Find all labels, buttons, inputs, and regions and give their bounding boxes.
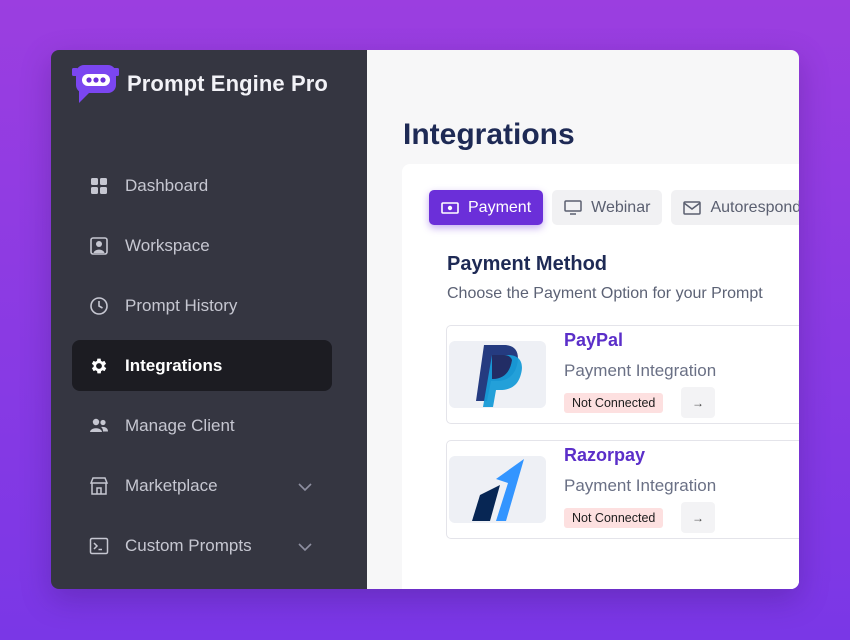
users-icon (88, 415, 110, 437)
sidebar-item-custom-prompts[interactable]: Custom Prompts (72, 520, 332, 571)
tab-label: Webinar (591, 198, 651, 216)
sidebar-item-dashboard[interactable]: Dashboard (72, 160, 332, 211)
integrations-panel: Payment Webinar Autorespond Payment Meth… (402, 164, 799, 589)
section-title: Payment Method (447, 253, 608, 275)
sidebar-item-label: Marketplace (125, 475, 218, 495)
sidebar-item-label: Dashboard (125, 175, 209, 195)
razorpay-logo-icon (449, 456, 546, 523)
sidebar-nav: Dashboard Workspace Prompt History Integ… (72, 160, 332, 580)
integration-card-razorpay[interactable]: Razorpay Payment Integration Not Connect… (446, 440, 799, 539)
gear-icon (88, 355, 110, 377)
chevron-down-icon[interactable] (298, 537, 312, 557)
sidebar-item-label: Prompt History (125, 295, 238, 315)
sidebar-item-prompt-history[interactable]: Prompt History (72, 280, 332, 331)
sidebar-item-manage-client[interactable]: Manage Client (72, 400, 332, 451)
sidebar-item-label: Manage Client (125, 415, 235, 435)
sidebar-item-label: Workspace (125, 235, 210, 255)
integration-card-paypal[interactable]: PayPal Payment Integration Not Connected… (446, 325, 799, 424)
section-subtitle: Choose the Payment Option for your Promp… (447, 285, 763, 302)
brand[interactable]: Prompt Engine Pro (71, 64, 328, 104)
tab-bar: Payment Webinar Autorespond (429, 190, 799, 225)
clock-icon (88, 295, 110, 317)
sidebar: Prompt Engine Pro Dashboard Workspace Pr… (51, 50, 367, 589)
sidebar-item-label: Custom Prompts (125, 535, 252, 555)
sidebar-item-integrations[interactable]: Integrations (72, 340, 332, 391)
integration-name: PayPal (564, 330, 624, 350)
grid-icon (88, 175, 110, 197)
tab-webinar[interactable]: Webinar (552, 190, 663, 225)
paypal-logo-icon (449, 341, 546, 408)
integration-description: Payment Integration (564, 476, 717, 495)
store-icon (88, 475, 110, 497)
connect-arrow-button[interactable]: → (681, 502, 715, 533)
user-frame-icon (88, 235, 110, 257)
sidebar-item-workspace[interactable]: Workspace (72, 220, 332, 271)
money-icon (441, 201, 459, 215)
robot-chat-logo-icon (71, 64, 121, 104)
mail-icon (683, 200, 702, 215)
connect-arrow-button[interactable]: → (681, 387, 715, 418)
tab-payment[interactable]: Payment (429, 190, 544, 225)
app-window: Prompt Engine Pro Dashboard Workspace Pr… (51, 50, 799, 589)
page-title: Integrations (403, 118, 575, 151)
sidebar-item-marketplace[interactable]: Marketplace (72, 460, 332, 511)
status-badge: Not Connected (564, 393, 664, 413)
sidebar-item-label: Integrations (125, 355, 223, 375)
integration-name: Razorpay (564, 445, 646, 465)
tab-label: Autorespond (710, 198, 799, 216)
integration-description: Payment Integration (564, 361, 717, 380)
terminal-icon (88, 535, 110, 557)
tab-label: Payment (468, 198, 532, 216)
tab-autorespond[interactable]: Autorespond (671, 190, 799, 225)
status-badge: Not Connected (564, 508, 664, 528)
main-content: Integrations Payment Webinar Autorespond… (367, 50, 799, 589)
monitor-icon (564, 200, 582, 215)
chevron-down-icon[interactable] (298, 477, 312, 497)
app-name: Prompt Engine Pro (127, 71, 328, 96)
